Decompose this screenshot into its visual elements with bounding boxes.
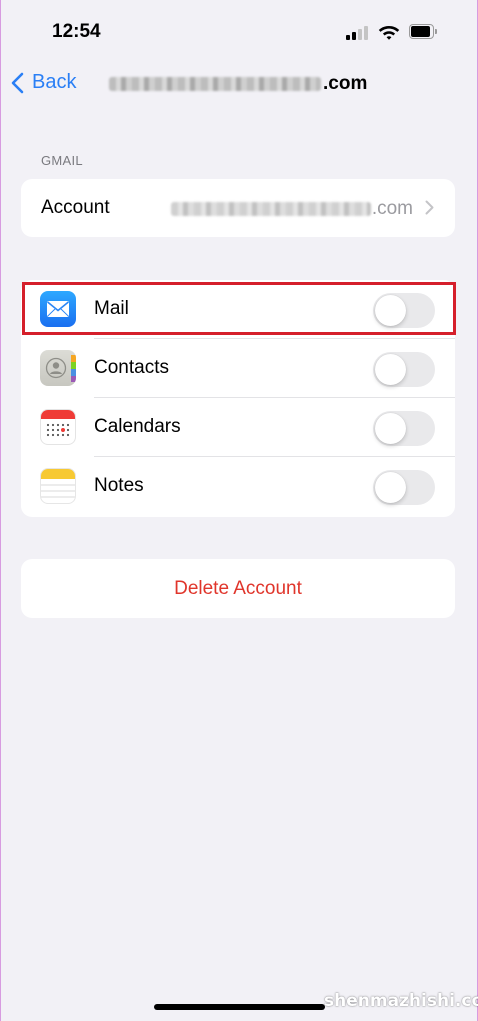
account-value: .com: [170, 198, 413, 220]
account-row[interactable]: Account .com: [21, 179, 455, 237]
contacts-toggle[interactable]: [373, 352, 435, 387]
status-bar: 12:54: [1, 0, 478, 60]
services-group: Mail Contacts Calendars Notes: [21, 280, 455, 517]
delete-group: Delete Account: [21, 559, 455, 618]
redacted-email: [109, 77, 321, 91]
section-header-gmail: GMAIL: [41, 153, 83, 168]
home-indicator[interactable]: [154, 1004, 325, 1010]
service-row-notes: Notes: [21, 457, 455, 516]
service-row-mail: Mail: [21, 280, 455, 339]
calendars-toggle[interactable]: [373, 411, 435, 446]
service-row-calendars: Calendars: [21, 398, 455, 457]
chevron-left-icon: [11, 72, 24, 93]
watermark: shenmazhishi.com: [324, 991, 478, 1011]
battery-icon: [409, 24, 437, 39]
status-time: 12:54: [52, 21, 101, 42]
nav-title-suffix: .com: [323, 73, 368, 94]
back-button[interactable]: Back: [11, 71, 76, 94]
delete-account-button[interactable]: Delete Account: [21, 559, 455, 618]
calendar-icon: [40, 409, 76, 445]
notes-icon: [40, 468, 76, 504]
contacts-icon: [40, 350, 76, 386]
nav-title: .com: [109, 73, 367, 95]
service-label: Mail: [94, 298, 129, 319]
mail-toggle[interactable]: [373, 293, 435, 328]
navigation-bar: Back .com: [1, 60, 478, 110]
cellular-signal-icon: [346, 26, 370, 40]
service-label: Notes: [94, 475, 144, 496]
service-label: Calendars: [94, 416, 181, 437]
notes-toggle[interactable]: [373, 470, 435, 505]
service-label: Contacts: [94, 357, 169, 378]
redacted-account-email: [170, 202, 371, 216]
wifi-icon: [378, 26, 400, 40]
service-row-contacts: Contacts: [21, 339, 455, 398]
back-label: Back: [32, 71, 77, 93]
account-value-suffix: .com: [371, 198, 413, 219]
chevron-right-icon: [425, 200, 434, 215]
account-group: Account .com: [21, 179, 455, 237]
account-label: Account: [41, 197, 110, 218]
mail-icon: [40, 291, 76, 327]
